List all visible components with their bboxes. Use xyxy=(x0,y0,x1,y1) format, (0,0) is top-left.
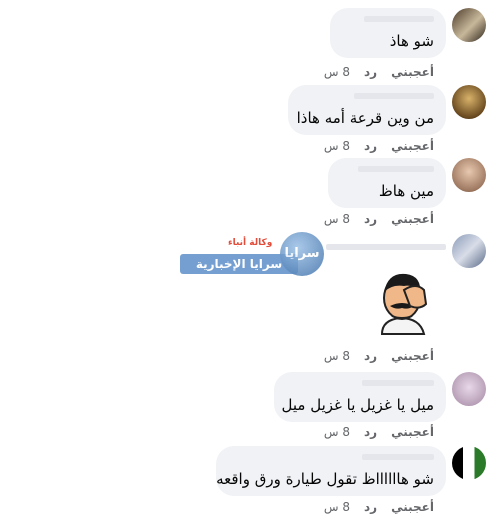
avatar[interactable] xyxy=(452,446,486,480)
timestamp[interactable]: 8 س xyxy=(324,139,350,153)
like-button[interactable]: أعجبني xyxy=(391,65,434,79)
comment-bubble: ميل يا غزيل يا غزيل ميل xyxy=(274,372,446,422)
comment-bubble: من وين قرعة أمه هاذا xyxy=(288,85,446,135)
comment-text: من وين قرعة أمه هاذا xyxy=(296,109,434,127)
comment-actions: أعجبني رد 8 س xyxy=(324,425,434,439)
facepalm-icon xyxy=(380,273,428,335)
timestamp[interactable]: 8 س xyxy=(324,65,350,79)
like-button[interactable]: أعجبني xyxy=(391,139,434,153)
commenter-name[interactable] xyxy=(364,16,434,22)
reply-button[interactable]: رد xyxy=(364,139,377,153)
comment-bubble: شو هاذ xyxy=(330,8,446,58)
timestamp[interactable]: 8 س xyxy=(324,349,350,363)
avatar[interactable] xyxy=(452,372,486,406)
commenter-name[interactable] xyxy=(354,93,434,99)
comment-text: مين هاظ xyxy=(378,182,434,200)
comment-actions: أعجبني رد 8 س xyxy=(324,65,434,79)
avatar[interactable] xyxy=(452,158,486,192)
comment-thread: شو هاذ أعجبني رد 8 س من وين قرعة أمه هاذ… xyxy=(0,0,498,514)
watermark-tagline: وكالة أنباء xyxy=(228,238,273,248)
commenter-name[interactable] xyxy=(362,454,434,460)
like-button[interactable]: أعجبني xyxy=(391,212,434,226)
comment-text: ميل يا غزيل يا غزيل ميل xyxy=(281,396,434,414)
commenter-name[interactable] xyxy=(326,244,446,250)
comment-text: شو هاذ xyxy=(389,32,434,50)
commenter-name[interactable] xyxy=(358,166,434,172)
reply-button[interactable]: رد xyxy=(364,349,377,363)
comment-actions: أعجبني رد 8 س xyxy=(324,212,434,226)
comment-actions: أعجبني رد 8 س xyxy=(324,349,434,363)
comment-text: شو هااااااظ تقول طيارة ورق واقعه xyxy=(216,470,434,488)
reply-button[interactable]: رد xyxy=(364,425,377,439)
comment-bubble: مين هاظ xyxy=(328,158,446,208)
comment-actions: أعجبني رد 8 س xyxy=(324,139,434,153)
reply-button[interactable]: رد xyxy=(364,65,377,79)
like-button[interactable]: أعجبني xyxy=(391,349,434,363)
reply-button[interactable]: رد xyxy=(364,212,377,226)
timestamp[interactable]: 8 س xyxy=(324,425,350,439)
comment-bubble: شو هااااااظ تقول طيارة ورق واقعه xyxy=(216,446,446,496)
facepalm-sticker[interactable] xyxy=(362,264,442,344)
timestamp[interactable]: 8 س xyxy=(324,212,350,226)
watermark-emblem: سرايا xyxy=(280,232,324,276)
avatar[interactable] xyxy=(452,234,486,268)
avatar[interactable] xyxy=(452,8,486,42)
avatar[interactable] xyxy=(452,85,486,119)
watermark-logo: وكالة أنباء سرايا الإخبارية سرايا xyxy=(180,232,330,276)
like-button[interactable]: أعجبني xyxy=(391,425,434,439)
commenter-name[interactable] xyxy=(362,380,434,386)
